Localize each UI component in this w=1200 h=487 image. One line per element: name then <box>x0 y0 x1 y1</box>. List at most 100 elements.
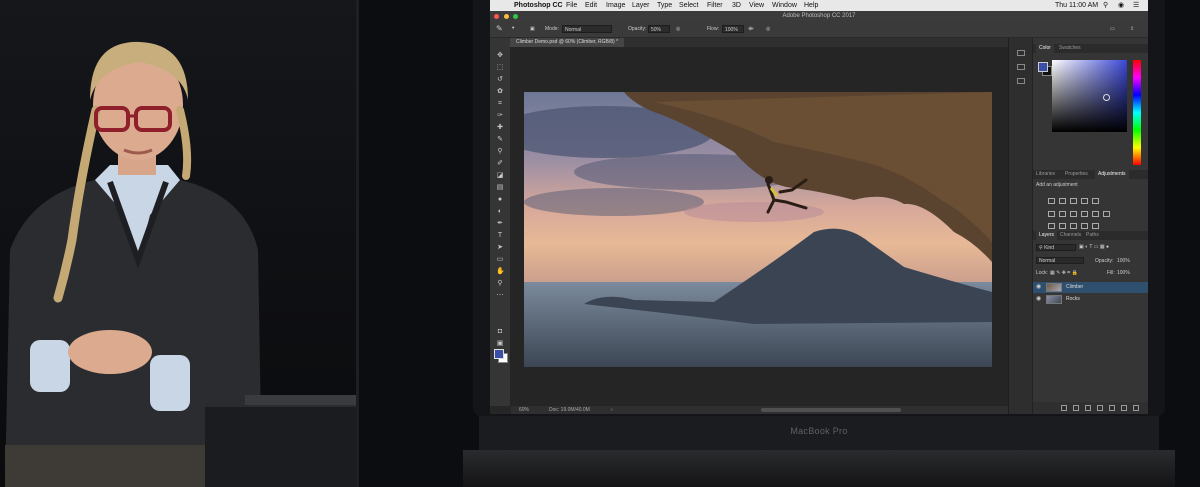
hand-tool-icon[interactable]: ✋ <box>496 268 505 276</box>
invert-adjustment-icon[interactable] <box>1048 223 1055 229</box>
menu-type[interactable]: Type <box>657 0 672 11</box>
spotlight-icon[interactable]: ⚲ <box>1103 0 1108 11</box>
brush-panel-icon[interactable]: ▣ <box>530 21 535 37</box>
marquee-tool-icon[interactable]: ⬚ <box>496 64 504 72</box>
layer-style-icon[interactable] <box>1073 405 1079 411</box>
layer-row-rocks[interactable]: ◉ Rocks <box>1033 294 1148 305</box>
tab-paths[interactable]: Paths <box>1086 231 1099 240</box>
brush-presets-icon[interactable] <box>1017 78 1025 84</box>
menu-edit[interactable]: Edit <box>585 0 597 11</box>
menu-select[interactable]: Select <box>679 0 698 11</box>
hue-slider[interactable] <box>1133 60 1141 165</box>
menu-view[interactable]: View <box>749 0 764 11</box>
tab-swatches[interactable]: Swatches <box>1059 44 1081 53</box>
menu-filter[interactable]: Filter <box>707 0 723 11</box>
zoom-window-icon[interactable] <box>513 14 519 19</box>
menu-help[interactable]: Help <box>804 0 818 11</box>
tab-channels[interactable]: Channels <box>1060 231 1081 240</box>
eraser-tool-icon[interactable]: ◪ <box>496 172 504 180</box>
adjustments-heading: Add an adjustment <box>1036 182 1078 188</box>
color-picker-field[interactable] <box>1052 60 1127 132</box>
menu-window[interactable]: Window <box>772 0 797 11</box>
document-tab[interactable]: Climber Demo.psd @ 60% (Climber, RGB/8) … <box>510 38 625 47</box>
new-layer-icon[interactable] <box>1121 405 1127 411</box>
status-arrow-icon[interactable]: › <box>611 406 613 414</box>
tab-color[interactable]: Color <box>1036 44 1054 53</box>
horizontal-scrollbar[interactable] <box>761 408 901 412</box>
quick-select-tool-icon[interactable]: ✿ <box>496 88 504 96</box>
history-brush-tool-icon[interactable]: ✐ <box>496 160 504 168</box>
menu-layer[interactable]: Layer <box>632 0 650 11</box>
menu-file[interactable]: File <box>566 0 577 11</box>
move-tool-icon[interactable]: ✥ <box>496 52 504 60</box>
dodge-tool-icon[interactable]: ◐ <box>496 208 504 216</box>
add-mask-icon[interactable] <box>1085 405 1091 411</box>
delete-layer-icon[interactable] <box>1133 405 1139 411</box>
clone-stamp-tool-icon[interactable]: ⚲ <box>496 148 504 156</box>
tab-adjustments[interactable]: Adjustments <box>1095 170 1129 179</box>
tab-libraries[interactable]: Libraries <box>1036 170 1055 179</box>
history-panel-icon[interactable] <box>1017 50 1025 56</box>
flow-field-value: 100% <box>725 27 738 33</box>
shape-tool-icon[interactable]: ▭ <box>496 256 504 264</box>
share-icon[interactable]: ⇪ <box>1130 21 1134 37</box>
quick-mask-icon[interactable]: ◘ <box>496 328 504 336</box>
pressure-size-icon[interactable]: ◎ <box>766 21 770 37</box>
tab-properties[interactable]: Properties <box>1065 170 1088 179</box>
color-lookup-adjustment-icon[interactable] <box>1103 211 1110 217</box>
brush-tool-preset-icon[interactable]: ✎ <box>496 21 503 37</box>
crop-tool-icon[interactable]: ⌗ <box>496 100 504 108</box>
menu-app-name[interactable]: Photoshop CC <box>514 0 563 11</box>
gradient-map-adjustment-icon[interactable] <box>1081 223 1088 229</box>
pressure-opacity-icon[interactable]: ◎ <box>676 21 680 37</box>
blend-mode-select[interactable]: Normal <box>1036 257 1084 264</box>
screen-mode-icon[interactable]: ▣ <box>496 340 504 348</box>
canvas-area[interactable] <box>511 47 1029 406</box>
panel-foreground-swatch[interactable] <box>1038 62 1048 72</box>
lock-icons[interactable]: ▦ ✎ ✥ ⌗ 🔒 <box>1050 270 1078 276</box>
flow-field[interactable]: 100% <box>722 25 744 33</box>
fill-value[interactable]: 100% <box>1117 270 1130 276</box>
menu-clock[interactable]: Thu 11:00 AM <box>1055 0 1098 11</box>
pen-tool-icon[interactable]: ✒ <box>496 220 504 228</box>
airbrush-icon[interactable]: ⟴ <box>748 21 754 37</box>
layer-filter-select[interactable]: ⚲ Kind <box>1036 244 1076 251</box>
notification-icon[interactable]: ☰ <box>1133 0 1139 11</box>
new-group-icon[interactable] <box>1109 405 1115 411</box>
visibility-eye-icon[interactable]: ◉ <box>1036 282 1041 293</box>
layer-filter-icons[interactable]: ▣ ◐ T ▭ ▦ ● <box>1079 244 1109 250</box>
tab-layers[interactable]: Layers <box>1036 231 1058 240</box>
zoom-tool-icon[interactable]: ⚲ <box>496 280 504 288</box>
opacity-field[interactable]: 50% <box>648 25 670 33</box>
blur-tool-icon[interactable]: ● <box>496 196 504 204</box>
healing-brush-tool-icon[interactable]: ✚ <box>496 124 504 132</box>
layer-opacity-value[interactable]: 100% <box>1117 258 1130 264</box>
visibility-eye-icon[interactable]: ◉ <box>1036 294 1041 305</box>
zoom-level[interactable]: 60% <box>519 406 529 414</box>
posterize-adjustment-icon[interactable] <box>1059 223 1066 229</box>
eyedropper-tool-icon[interactable]: ✑ <box>496 112 504 120</box>
layer-row-climber[interactable]: ◉ Climber <box>1033 282 1148 293</box>
workspace-icon[interactable]: ▭ <box>1110 21 1115 37</box>
more-tools-icon[interactable]: ⋯ <box>496 292 504 300</box>
type-tool-icon[interactable]: T <box>496 232 504 240</box>
gradient-tool-icon[interactable]: ▤ <box>496 184 504 192</box>
document-image[interactable] <box>524 92 992 367</box>
mode-select[interactable]: Normal <box>562 25 612 33</box>
menu-image[interactable]: Image <box>606 0 625 11</box>
selective-color-adjustment-icon[interactable] <box>1092 223 1099 229</box>
minimize-window-icon[interactable] <box>503 14 509 19</box>
brush-tool-icon[interactable]: ✎ <box>496 136 504 144</box>
foreground-color-swatch[interactable] <box>494 349 504 359</box>
new-adjustment-layer-icon[interactable] <box>1097 405 1103 411</box>
menu-3d[interactable]: 3D <box>732 0 741 11</box>
user-icon[interactable]: ◉ <box>1118 0 1124 11</box>
lasso-tool-icon[interactable]: ↺ <box>496 76 504 84</box>
close-window-icon[interactable] <box>494 14 499 19</box>
link-layers-icon[interactable] <box>1061 405 1067 411</box>
brush-size-icon[interactable]: • <box>512 21 514 37</box>
color-picker-handle[interactable] <box>1103 94 1110 101</box>
threshold-adjustment-icon[interactable] <box>1070 223 1077 229</box>
path-select-tool-icon[interactable]: ➤ <box>496 244 504 252</box>
properties-panel-icon[interactable] <box>1017 64 1025 70</box>
